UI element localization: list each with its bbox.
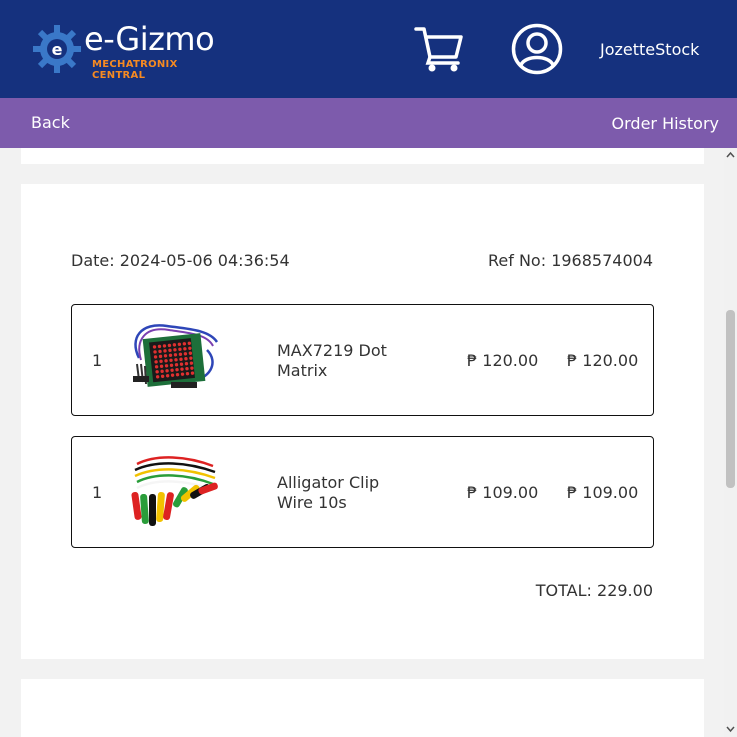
item-quantity: 1	[92, 351, 103, 370]
order-ref-number: Ref No: 1968574004	[488, 251, 653, 270]
top-header: e e-Gizmo MECHATRONIX CENTRAL JozetteSto…	[0, 0, 737, 98]
item-price: ₱ 109.00	[467, 483, 539, 502]
back-link[interactable]: Back	[31, 113, 70, 132]
scroll-up-arrow-icon[interactable]	[724, 150, 737, 160]
item-subtotal: ₱ 109.00	[567, 483, 639, 502]
order-date: Date: 2024-05-06 04:36:54	[71, 251, 290, 270]
gear-logo-icon: e	[33, 25, 81, 73]
item-quantity: 1	[92, 483, 103, 502]
user-circle-icon[interactable]	[511, 23, 563, 75]
vertical-scrollbar[interactable]	[724, 148, 737, 737]
order-card: Date: 2024-05-06 04:36:54 Ref No: 196857…	[21, 184, 704, 659]
order-item-row: 1 MAX7219 Dot Matrix ₱ 120.00 ₱ 120.00	[71, 304, 654, 416]
order-item-row: 1 Alligator Clip Wire 10s ₱ 109.00 ₱ 109…	[71, 436, 654, 548]
svg-text:e: e	[52, 40, 63, 59]
previous-order-card	[21, 148, 704, 164]
order-total: TOTAL: 229.00	[535, 581, 653, 600]
cart-icon[interactable]	[414, 25, 464, 73]
sub-navigation-bar: Back Order History	[0, 98, 737, 148]
item-name: MAX7219 Dot Matrix	[277, 341, 387, 380]
logo-title: e-Gizmo	[84, 20, 215, 58]
egizmo-logo[interactable]: e e-Gizmo MECHATRONIX CENTRAL	[32, 20, 232, 81]
alligator-clip-wires-image	[131, 456, 218, 526]
item-name: Alligator Clip Wire 10s	[277, 473, 380, 512]
dot-matrix-module-image	[133, 324, 219, 388]
username-link[interactable]: JozetteStock	[600, 40, 699, 59]
logo-tagline: MECHATRONIX CENTRAL	[92, 59, 178, 81]
item-subtotal: ₱ 120.00	[567, 351, 639, 370]
item-price: ₱ 120.00	[467, 351, 539, 370]
scrollbar-thumb[interactable]	[726, 310, 735, 488]
next-order-card	[21, 679, 704, 737]
scroll-down-arrow-icon[interactable]	[724, 724, 737, 734]
order-history-link[interactable]: Order History	[612, 114, 719, 133]
